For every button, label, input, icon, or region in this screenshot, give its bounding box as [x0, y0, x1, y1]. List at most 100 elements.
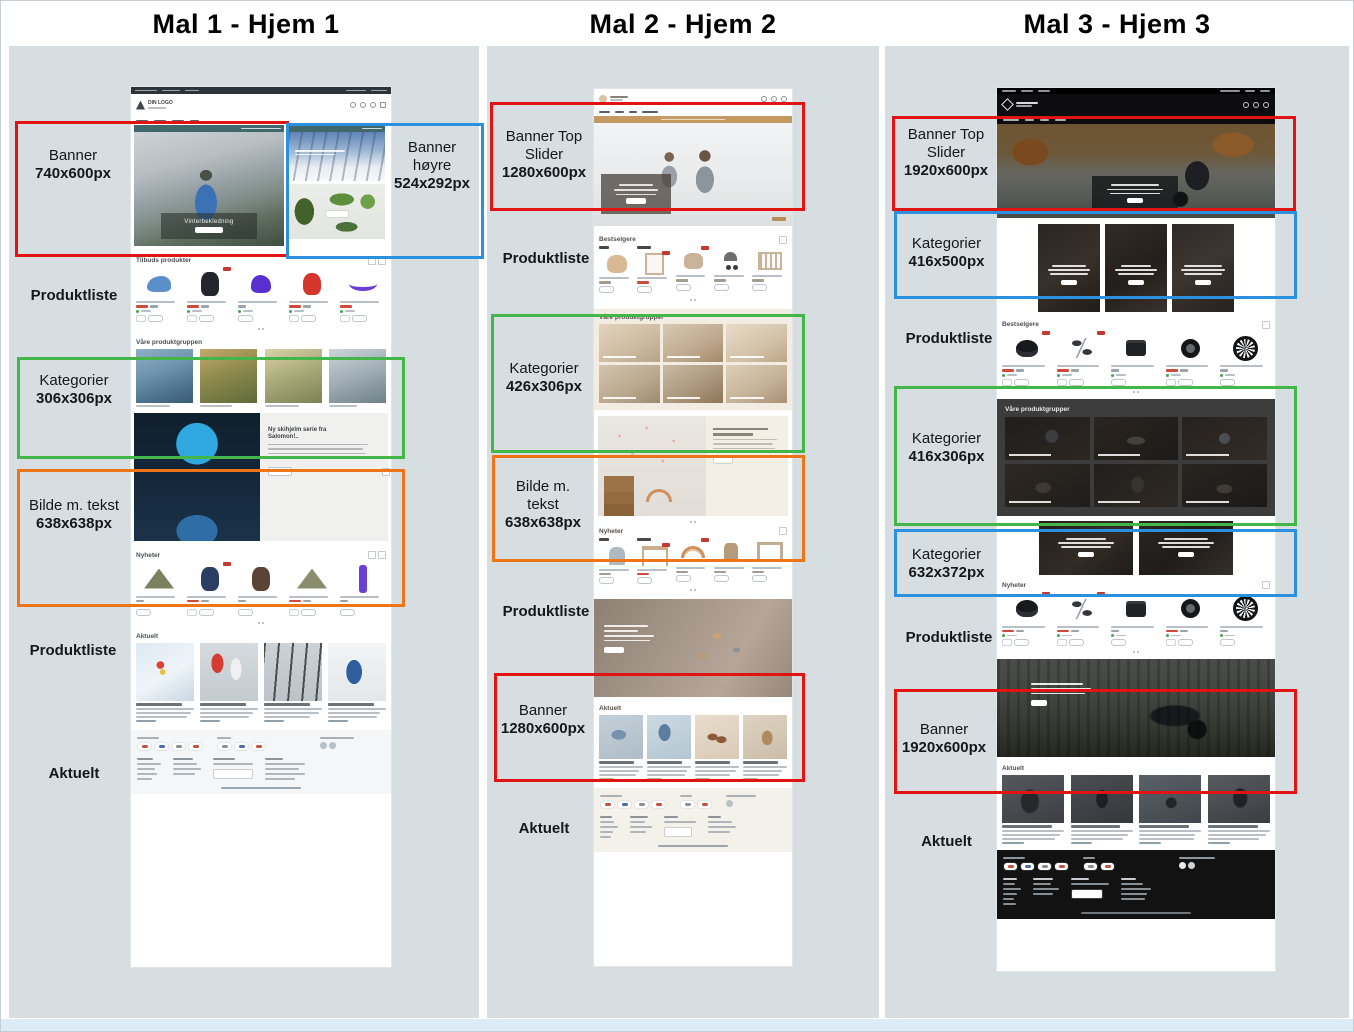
product-card[interactable]: [1166, 331, 1216, 386]
buy-button[interactable]: [199, 609, 214, 616]
slider-next-button[interactable]: [772, 217, 786, 221]
les-mer-link[interactable]: [136, 720, 156, 722]
product-card[interactable]: [187, 267, 233, 322]
buy-button[interactable]: [1220, 639, 1235, 646]
product-card[interactable]: [1057, 592, 1107, 647]
buy-button[interactable]: [676, 575, 691, 582]
product-card[interactable]: [289, 267, 335, 322]
buy-button[interactable]: [238, 609, 253, 616]
buy-button[interactable]: [136, 609, 151, 616]
user-icon[interactable]: [1253, 102, 1259, 108]
carousel-dots[interactable]: [594, 297, 792, 303]
buy-button[interactable]: [301, 315, 316, 322]
product-card[interactable]: [1220, 331, 1270, 386]
product-card[interactable]: [340, 267, 386, 322]
footer-links[interactable]: [173, 758, 201, 780]
banner-cta-button[interactable]: [604, 647, 624, 653]
footer-links[interactable]: [630, 816, 652, 838]
newsletter-input[interactable]: [213, 769, 253, 779]
footer-newsletter[interactable]: [664, 816, 696, 838]
les-mer-link[interactable]: [1002, 842, 1024, 844]
social-icon[interactable]: [320, 742, 327, 749]
les-mer-link[interactable]: [264, 720, 284, 722]
product-card[interactable]: [599, 246, 634, 293]
buy-button[interactable]: [752, 284, 767, 291]
mockup3-logo[interactable]: [1003, 100, 1038, 109]
carousel-dots[interactable]: [997, 649, 1275, 655]
search-icon[interactable]: [1188, 862, 1195, 869]
buy-button[interactable]: [238, 315, 253, 322]
user-icon[interactable]: [771, 96, 777, 102]
search-icon[interactable]: [1243, 102, 1249, 108]
les-mer-link[interactable]: [1071, 842, 1093, 844]
buy-button[interactable]: [1178, 379, 1193, 386]
buy-button[interactable]: [340, 609, 355, 616]
user-icon[interactable]: [360, 102, 366, 108]
carousel-next-icon[interactable]: [1262, 321, 1270, 329]
product-card[interactable]: [1002, 592, 1052, 647]
product-card[interactable]: [1057, 331, 1107, 386]
article-card[interactable]: [200, 643, 258, 722]
footer-links[interactable]: [137, 758, 161, 780]
product-card[interactable]: [1111, 592, 1161, 647]
footer-links[interactable]: [1003, 878, 1021, 905]
buy-button[interactable]: [599, 286, 614, 293]
footer-newsletter[interactable]: [1071, 878, 1109, 905]
carousel-next-icon[interactable]: [779, 236, 787, 244]
newsletter-input[interactable]: [1071, 889, 1103, 899]
carousel-dots[interactable]: [131, 326, 391, 332]
carousel-dots[interactable]: [594, 587, 792, 593]
buy-button[interactable]: [1014, 639, 1029, 646]
cart-icon[interactable]: [370, 102, 376, 108]
buy-button[interactable]: [1111, 379, 1126, 386]
buy-button[interactable]: [599, 577, 614, 584]
buy-button[interactable]: [714, 575, 729, 582]
search-icon[interactable]: [350, 102, 356, 108]
product-card[interactable]: [637, 246, 672, 293]
cart-icon[interactable]: [781, 96, 787, 102]
product-card[interactable]: [1166, 592, 1216, 647]
mockup1-logo[interactable]: DIN LOGO: [136, 101, 173, 110]
buy-button[interactable]: [199, 315, 214, 322]
buy-button[interactable]: [752, 575, 767, 582]
buy-button[interactable]: [1220, 379, 1235, 386]
language-icon[interactable]: [380, 102, 386, 108]
buy-button[interactable]: [637, 577, 652, 584]
product-card[interactable]: [1111, 331, 1161, 386]
buy-button[interactable]: [1069, 379, 1084, 386]
footer-links[interactable]: [600, 816, 618, 838]
buy-button[interactable]: [1014, 379, 1029, 386]
les-mer-link[interactable]: [328, 720, 348, 722]
buy-button[interactable]: [1111, 639, 1126, 646]
article-card[interactable]: [328, 643, 386, 722]
product-card[interactable]: [1002, 331, 1052, 386]
product-card[interactable]: [752, 246, 787, 293]
social-icon[interactable]: [726, 800, 733, 807]
product-card[interactable]: [136, 267, 182, 322]
article-card[interactable]: [264, 643, 322, 722]
article-card[interactable]: [136, 643, 194, 722]
footer-newsletter[interactable]: [213, 758, 253, 780]
les-mer-link[interactable]: [1208, 842, 1230, 844]
social-icon[interactable]: [329, 742, 336, 749]
buy-button[interactable]: [714, 284, 729, 291]
cart-icon[interactable]: [1263, 102, 1269, 108]
product-card[interactable]: [676, 246, 711, 293]
buy-button[interactable]: [676, 284, 691, 291]
product-card[interactable]: [1220, 592, 1270, 647]
les-mer-link[interactable]: [200, 720, 220, 722]
footer-links[interactable]: [1033, 878, 1059, 905]
buy-button[interactable]: [1069, 639, 1084, 646]
buy-button[interactable]: [637, 286, 652, 293]
search-icon[interactable]: [761, 96, 767, 102]
buy-button[interactable]: [352, 315, 367, 322]
product-card[interactable]: [714, 246, 749, 293]
product-card[interactable]: [238, 267, 284, 322]
buy-button[interactable]: [148, 315, 163, 322]
les-mer-link[interactable]: [1139, 842, 1161, 844]
language-icon[interactable]: [1179, 862, 1186, 869]
newsletter-input[interactable]: [664, 827, 692, 837]
buy-button[interactable]: [301, 609, 316, 616]
carousel-dots[interactable]: [131, 620, 391, 626]
buy-button[interactable]: [1178, 639, 1193, 646]
